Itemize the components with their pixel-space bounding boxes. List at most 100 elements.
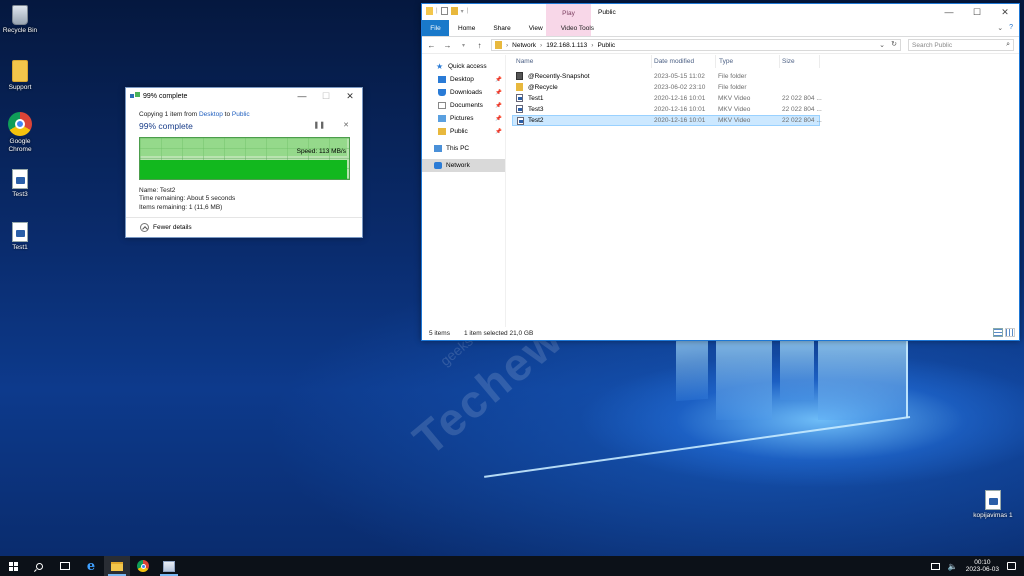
close-button[interactable]: ✕ [338,88,362,104]
column-header-size[interactable]: Size [780,55,820,68]
pin-icon[interactable]: 📌 [495,77,502,83]
taskbar-file-explorer[interactable] [104,556,130,576]
start-button[interactable] [0,556,26,576]
nav-item-pictures[interactable]: Pictures 📌 [422,112,505,125]
clock[interactable]: 00:10 2023-06-03 [966,559,999,574]
minimize-button[interactable]: — [935,4,963,20]
file-type: MKV Video [718,117,751,124]
transfer-speed-graph: Speed: 113 MB/s [139,137,350,180]
tab-share[interactable]: Share [484,20,519,36]
desktop-icon-chrome[interactable]: Google Chrome [0,112,40,153]
file-size: 22 022 804 ... [782,106,822,113]
volume-icon[interactable]: 🔈 [948,562,958,571]
taskbar-copy-dialog[interactable] [156,556,182,576]
file-row[interactable]: Test3 2020-12-16 10:01 MKV Video 22 022 … [512,104,822,115]
taskbar-edge[interactable]: e [78,556,104,576]
explorer-titlebar[interactable]: | ▾ | Play Public — ☐ ✕ [422,4,1019,37]
destination-link[interactable]: Public [232,111,250,118]
back-arrow-icon[interactable]: ← [427,41,436,50]
breadcrumb-public[interactable]: Public [597,42,615,49]
source-link[interactable]: Desktop [199,111,223,118]
column-header-name[interactable]: Name [506,55,652,68]
help-icon[interactable]: ? [1009,24,1013,32]
search-input[interactable]: Search Public ⌕ [908,39,1014,51]
clock-date: 2023-06-03 [965,566,999,573]
customize-dropdown-icon[interactable]: ▾ [461,8,464,15]
desktop-icon-recycle-bin[interactable]: Recycle Bin [0,5,40,35]
file-row-selected[interactable]: Test2 2020-12-16 10:01 MKV Video 22 022 … [512,115,822,126]
nav-item-downloads[interactable]: Downloads 📌 [422,86,505,99]
file-row[interactable]: Test1 2020-12-16 10:01 MKV Video 22 022 … [512,93,822,104]
pin-icon[interactable]: 📌 [495,116,502,122]
progress-heading-text: 99% complete [139,121,193,131]
file-type: File folder [718,84,747,91]
video-file-icon [12,169,28,189]
cancel-icon[interactable]: ✕ [343,121,349,129]
video-file-icon [517,117,524,125]
desktop-icon-support[interactable]: Support [0,60,40,92]
task-view-button[interactable] [52,556,78,576]
quick-access-toolbar: | ▾ | [426,7,468,15]
dialog-titlebar[interactable]: 99% complete — ☐ ✕ [126,88,362,104]
pin-icon[interactable]: 📌 [495,103,502,109]
tab-video-tools[interactable]: Video Tools [552,20,603,36]
folder-icon [516,83,523,91]
nav-item-desktop[interactable]: Desktop 📌 [422,73,505,86]
expand-ribbon-icon[interactable]: ⌄ [997,24,1003,32]
properties-icon[interactable] [440,7,448,15]
nav-item-public[interactable]: Public 📌 [422,125,505,138]
address-bar[interactable]: › Network › 192.168.1.113 › Public ⌄ ↻ [491,39,901,51]
network-icon[interactable] [930,562,940,570]
file-row[interactable]: @Recently-Snapshot 2023-05-15 11:02 File… [512,71,820,82]
search-placeholder: Search Public [912,41,953,49]
fewer-details-button[interactable]: Fewer details [126,217,362,237]
breadcrumb-chevron-icon[interactable]: › [506,42,508,49]
fewer-details-label: Fewer details [153,224,192,231]
nav-item-this-pc[interactable]: This PC [422,142,505,155]
address-dropdown-icon[interactable]: ⌄ [879,41,885,49]
desktop-icon-test1[interactable]: Test1 [0,222,40,252]
file-date: 2023-06-02 23:10 [654,84,706,91]
breadcrumb-chevron-icon[interactable]: › [540,42,542,49]
forward-arrow-icon[interactable]: → [443,41,452,50]
breadcrumb-host[interactable]: 192.168.1.113 [546,42,587,49]
breadcrumb-chevron-icon[interactable]: › [591,42,593,49]
search-button[interactable] [26,556,52,576]
taskbar-chrome[interactable] [130,556,156,576]
new-folder-icon[interactable] [450,7,458,15]
breadcrumb-network[interactable]: Network [512,42,536,49]
pin-icon[interactable]: 📌 [495,129,502,135]
column-header-date[interactable]: Date modified [652,55,716,68]
nav-item-label: Quick access [448,63,487,70]
up-arrow-icon[interactable]: ↑ [475,41,484,50]
pause-icon[interactable]: ❚❚ [313,121,325,129]
edge-icon: e [86,558,96,574]
file-row[interactable]: @Recycle 2023-06-02 23:10 File folder [512,82,820,93]
detail-items-remaining: Items remaining: 1 (11,6 MB) [139,203,223,211]
nav-item-quick-access[interactable]: ★ Quick access [422,60,505,73]
tab-view[interactable]: View [520,20,552,36]
column-header-type[interactable]: Type [716,55,780,68]
search-icon[interactable]: ⌕ [1006,41,1010,49]
pin-icon[interactable]: 📌 [495,90,502,96]
desktop-icon-test3[interactable]: Test3 [0,169,40,199]
nav-item-network[interactable]: Network [422,159,505,172]
desktop-icon-kopijavimas[interactable]: kopijavimas 1 [970,490,1016,520]
speed-label: Speed: 113 MB/s [296,148,346,155]
large-icons-view-icon[interactable] [1005,328,1015,337]
notifications-icon[interactable] [1007,562,1016,570]
details-view-icon[interactable] [993,328,1003,337]
tab-file[interactable]: File [422,20,449,36]
refresh-icon[interactable]: ↻ [891,40,897,48]
nav-item-documents[interactable]: Documents 📌 [422,99,505,112]
tab-home[interactable]: Home [449,20,484,36]
task-view-icon [60,562,70,570]
progress-heading: 99% complete ❚❚ ✕ [139,121,349,131]
copy-prefix: Copying 1 item from [139,111,199,118]
close-button[interactable]: ✕ [991,4,1019,20]
recent-locations-icon[interactable]: ▾ [459,42,468,49]
pc-icon [434,145,442,152]
minimize-button[interactable]: — [290,88,314,104]
maximize-button[interactable]: ☐ [963,4,991,20]
video-file-icon [516,94,523,102]
